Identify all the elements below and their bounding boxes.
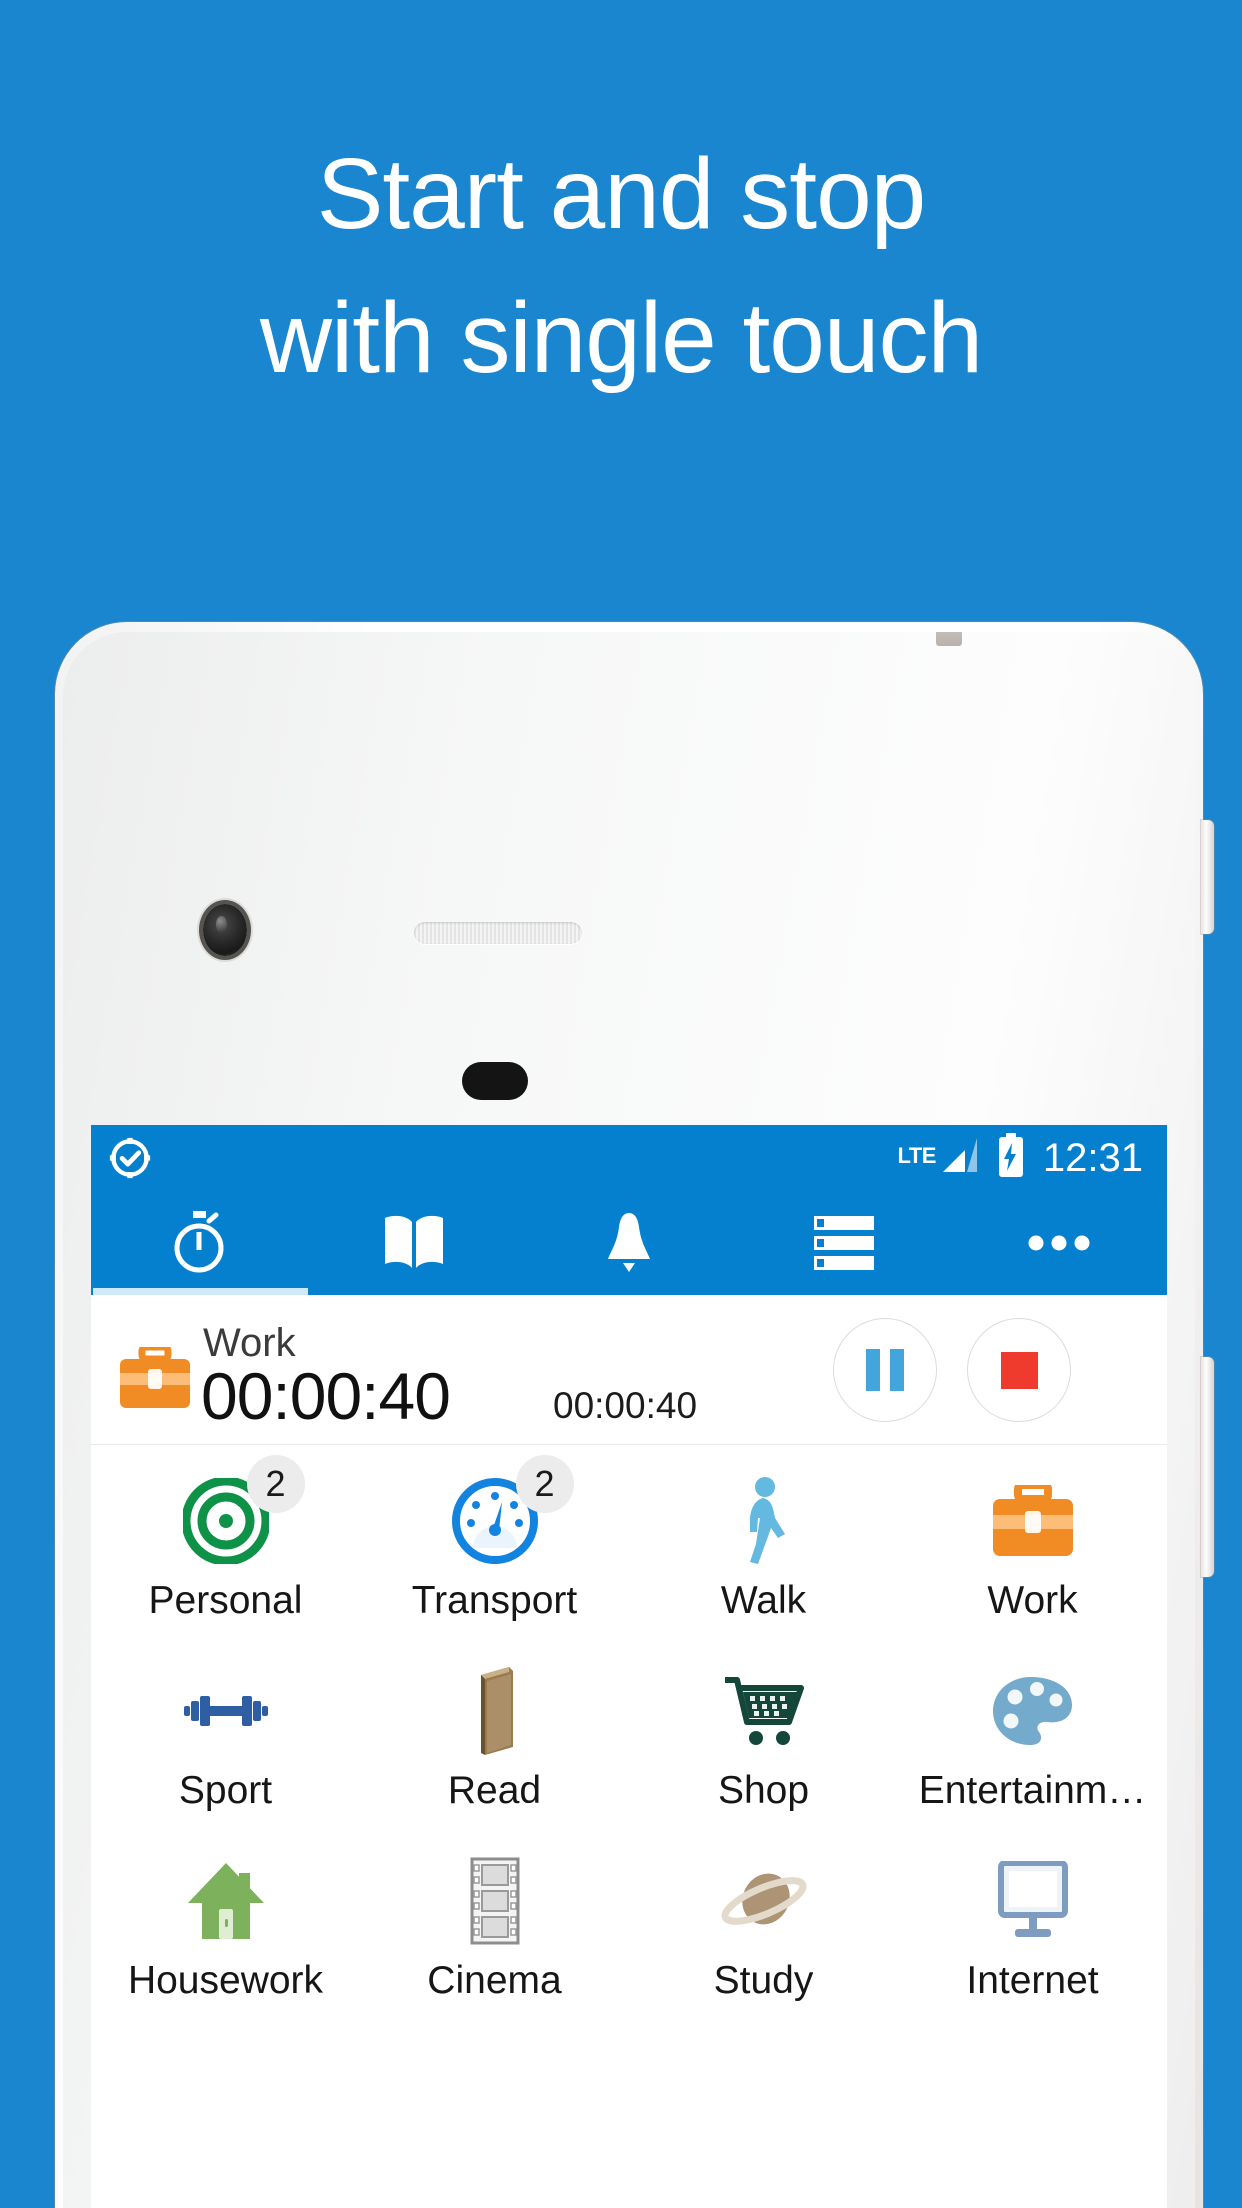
activity-cinema[interactable]: Cinema xyxy=(360,1833,629,2023)
activity-read[interactable]: Read xyxy=(360,1643,629,1833)
network-indicator: LTE xyxy=(897,1136,978,1181)
book-icon xyxy=(465,1659,525,1763)
pause-button[interactable] xyxy=(833,1318,937,1422)
activity-personal[interactable]: 2 Personal xyxy=(91,1453,360,1643)
stopwatch-icon xyxy=(171,1211,227,1275)
activity-label: Housework xyxy=(127,1961,324,2002)
gauge-icon: 2 xyxy=(451,1455,574,1573)
network-label: LTE xyxy=(897,1142,936,1168)
bell-icon xyxy=(603,1211,655,1275)
activity-entertainment[interactable]: Entertainm… xyxy=(898,1643,1167,1833)
activity-walk[interactable]: Walk xyxy=(629,1453,898,1643)
activity-shop[interactable]: Shop xyxy=(629,1643,898,1833)
tab-log[interactable] xyxy=(306,1191,521,1295)
list-icon xyxy=(812,1214,876,1272)
walk-icon xyxy=(733,1469,795,1573)
timer-elapsed: 00:00:40 xyxy=(201,1359,451,1433)
stop-icon xyxy=(1000,1351,1038,1389)
phone-top-seam xyxy=(936,632,962,646)
activity-grid: 2 Personal 2 Transport Walk Work Sport R… xyxy=(91,1445,1167,2023)
activity-housework[interactable]: Housework xyxy=(91,1833,360,2023)
status-bar: LTE 12:31 xyxy=(91,1125,1167,1191)
activity-label: Work xyxy=(987,1581,1078,1622)
tab-more[interactable] xyxy=(952,1191,1167,1295)
tab-alarms[interactable] xyxy=(521,1191,736,1295)
cart-icon xyxy=(721,1659,807,1763)
timer-total: 00:00:40 xyxy=(553,1385,698,1426)
promo-screenshot: Start and stop with single touch LTE 12:… xyxy=(0,0,1242,2208)
book-icon xyxy=(381,1214,447,1272)
tab-list[interactable] xyxy=(737,1191,952,1295)
battery-charging-icon xyxy=(995,1132,1027,1184)
activity-label: Shop xyxy=(717,1771,810,1812)
overflow-menu-icon xyxy=(1028,1233,1090,1253)
activity-label: Walk xyxy=(720,1581,807,1622)
earpiece-speaker-icon xyxy=(414,922,582,944)
palette-icon xyxy=(990,1659,1076,1763)
promo-headline: Start and stop with single touch xyxy=(259,138,983,394)
activity-badge: 2 xyxy=(515,1455,574,1513)
briefcase-icon xyxy=(119,1343,191,1414)
status-time: 12:31 xyxy=(1042,1135,1143,1180)
proximity-sensor-icon xyxy=(462,1062,528,1100)
activity-study[interactable]: Study xyxy=(629,1833,898,2023)
house-icon xyxy=(184,1849,268,1953)
active-tab-indicator xyxy=(93,1288,308,1295)
pause-icon xyxy=(866,1349,904,1391)
activity-label: Sport xyxy=(178,1771,273,1812)
activity-work[interactable]: Work xyxy=(898,1453,1167,1643)
activity-label: Cinema xyxy=(427,1961,562,2002)
activity-badge: 2 xyxy=(246,1455,305,1513)
power-button[interactable] xyxy=(1201,820,1214,934)
activity-label: Internet xyxy=(966,1961,1099,2002)
film-icon xyxy=(464,1849,526,1953)
tab-timers[interactable] xyxy=(91,1191,306,1295)
phone-front-panel: LTE 12:31 Work 00:00:40 00:00:40 2 Perso… xyxy=(63,632,1195,2208)
planet-icon xyxy=(718,1849,810,1953)
stop-button[interactable] xyxy=(967,1318,1071,1422)
activity-label: Transport xyxy=(411,1581,578,1622)
monitor-icon xyxy=(991,1849,1075,1953)
briefcase-icon xyxy=(992,1469,1074,1573)
activity-internet[interactable]: Internet xyxy=(898,1833,1167,2023)
phone-screen: LTE 12:31 Work 00:00:40 00:00:40 2 Perso… xyxy=(91,1125,1167,2208)
activity-transport[interactable]: 2 Transport xyxy=(360,1453,629,1643)
running-timer-row[interactable]: Work 00:00:40 00:00:40 xyxy=(91,1295,1167,1445)
dumbbell-icon xyxy=(183,1659,269,1763)
phone-device: LTE 12:31 Work 00:00:40 00:00:40 2 Perso… xyxy=(41,608,1217,2208)
activity-label: Personal xyxy=(148,1581,303,1622)
clock-check-icon xyxy=(109,1137,151,1179)
tab-bar xyxy=(91,1191,1167,1295)
activity-label: Study xyxy=(713,1961,814,2002)
activity-sport[interactable]: Sport xyxy=(91,1643,360,1833)
timer-content: Work 00:00:40 00:00:40 2 Personal 2 Tran… xyxy=(91,1295,1167,2208)
signal-bars-icon xyxy=(937,1136,979,1181)
activity-label: Read xyxy=(447,1771,542,1812)
front-camera-icon xyxy=(203,904,247,956)
timer-activity-label: Work xyxy=(203,1321,296,1365)
target-icon: 2 xyxy=(182,1455,305,1573)
activity-label: Entertainm… xyxy=(918,1771,1147,1812)
volume-button[interactable] xyxy=(1201,1357,1214,1577)
